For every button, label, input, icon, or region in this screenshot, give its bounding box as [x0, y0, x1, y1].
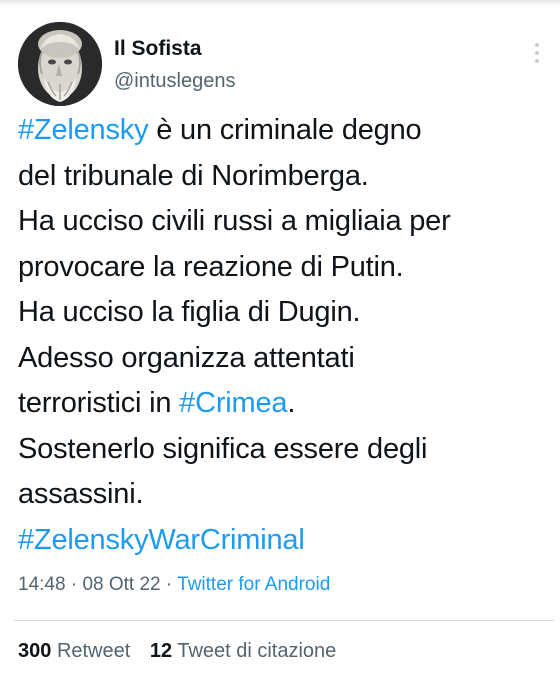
- retweets-count: 300: [18, 640, 52, 662]
- quotes-label: Tweet di citazione: [177, 640, 337, 662]
- tweet-time[interactable]: 14:48: [18, 574, 66, 595]
- retweets-stat[interactable]: 300 Retweet: [18, 638, 130, 664]
- tweet-line: Ha ucciso civili russi a migliaia per: [18, 199, 558, 245]
- tweet-text-segment: Ha ucciso la figlia di Dugin.: [18, 296, 361, 328]
- display-name[interactable]: Il Sofista: [114, 36, 235, 62]
- tweet-text-segment: assassini.: [18, 478, 144, 510]
- tweet-line: Adesso organizza attentati: [18, 336, 558, 382]
- quotes-count: 12: [149, 640, 173, 662]
- tweet-text-segment: terroristici in: [18, 387, 180, 419]
- meta-separator: ·: [65, 574, 83, 595]
- handle[interactable]: @intuslegens: [114, 68, 235, 94]
- quotes-stat[interactable]: 12 Tweet di citazione: [150, 638, 336, 664]
- tweet-line: Sostenerlo significa essere degli: [18, 427, 558, 473]
- hashtag-link[interactable]: #Crimea: [179, 387, 287, 419]
- tweet-text-segment: .: [287, 387, 296, 419]
- tweet-text-segment: Sostenerlo significa essere degli: [18, 432, 428, 465]
- tweet-line: terroristici in #Crimea.: [18, 381, 558, 427]
- retweets-label: Retweet: [56, 640, 131, 662]
- divider: [14, 620, 554, 621]
- tweet-text-segment: è un criminale degno: [148, 114, 422, 146]
- tweet-line: #ZelenskyWarCriminal: [18, 518, 558, 564]
- tweet-line: provocare la reazione di Putin.: [18, 245, 558, 291]
- philosopher-bust-icon: [18, 22, 102, 106]
- tweet-source[interactable]: Twitter for Android: [177, 574, 330, 595]
- avatar[interactable]: [18, 22, 102, 106]
- tweet-line: del tribunale di Norimberga.: [18, 154, 558, 200]
- tweet-date[interactable]: 08 Ott 22: [82, 574, 160, 595]
- tweet-text-segment: Adesso organizza attentati: [18, 341, 355, 374]
- tweet-line: assassini.: [18, 472, 558, 518]
- tweet-stats: 300 Retweet 12 Tweet di citazione: [18, 638, 336, 664]
- tweet-line: Ha ucciso la figlia di Dugin.: [18, 290, 558, 336]
- author-names: Il Sofista @intuslegens: [114, 36, 235, 94]
- tweet-text-segment: provocare la reazione di Putin.: [18, 250, 404, 283]
- tweet-text-segment: del tribunale di Norimberga.: [18, 159, 369, 192]
- tweet-line: #Zelensky è un criminale degno: [18, 108, 558, 154]
- hashtag-link[interactable]: #ZelenskyWarCriminal: [18, 524, 305, 556]
- tweet-meta: 14:48 · 08 Ott 22 · Twitter for Android: [18, 572, 330, 598]
- meta-separator: ·: [160, 574, 178, 595]
- tweet-text-segment: Ha ucciso civili russi a migliaia per: [18, 205, 451, 237]
- hashtag-link[interactable]: #Zelensky: [18, 114, 149, 146]
- tweet-header: Il Sofista @intuslegens: [18, 22, 548, 108]
- tweet-text: #Zelensky è un criminale degno del tribun…: [18, 108, 558, 563]
- top-edge: [0, 0, 560, 6]
- more-options-icon[interactable]: [530, 40, 544, 66]
